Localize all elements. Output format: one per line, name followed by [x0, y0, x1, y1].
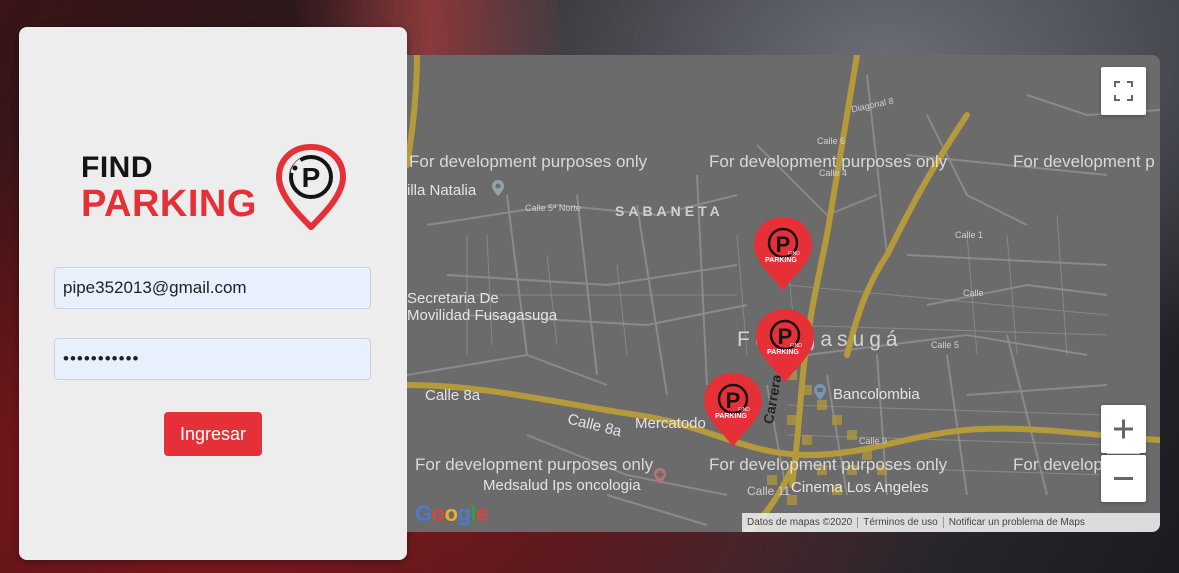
place-label: Mercatodo — [635, 415, 706, 432]
report-problem-link[interactable]: Notificar un problema de Maps — [944, 517, 1090, 528]
place-label: Medsalud Ips oncologia — [483, 477, 641, 494]
map-attribution-bar: Datos de mapas ©2020 Términos de uso Not… — [742, 513, 1160, 532]
terms-link[interactable]: Términos de uso — [858, 517, 944, 528]
dev-watermark: For development purposes only — [709, 455, 948, 474]
minus-icon — [1114, 477, 1133, 480]
street-label: Calle 1 — [955, 230, 984, 240]
dev-watermark: For development purposes only — [415, 455, 654, 474]
google-letter: g — [457, 501, 471, 526]
place-pin-icon — [492, 180, 504, 196]
logo-parking-text: PARKING — [81, 183, 257, 225]
email-field[interactable] — [54, 267, 371, 309]
street-label: Calle 6 — [817, 136, 846, 146]
place-label: Bancolombia — [833, 386, 920, 403]
google-letter: e — [476, 501, 488, 526]
street-label: Calle 11 — [747, 484, 791, 498]
login-card: FIND PARKING P Ingresar — [19, 27, 407, 560]
street-label: Calle 9 — [859, 436, 888, 446]
marker-parking-text: PARKING — [715, 413, 747, 420]
zoom-out-button[interactable] — [1101, 455, 1146, 502]
street-label: Calle 5 — [931, 340, 960, 350]
dev-watermark: For develop — [1013, 455, 1103, 474]
place-label: Movilidad Fusagasuga — [407, 307, 558, 324]
street-label: Calle 8a — [425, 387, 481, 404]
ingresar-button[interactable]: Ingresar — [164, 412, 262, 456]
dev-watermark: For development p — [1013, 152, 1155, 171]
marker-parking-text: PARKING — [767, 349, 799, 356]
google-letter: o — [431, 501, 445, 526]
zoom-in-button[interactable] — [1101, 405, 1146, 453]
logo-find-text: FIND — [81, 151, 153, 184]
password-field[interactable] — [54, 338, 371, 380]
google-logo: Google — [415, 501, 488, 527]
parking-marker[interactable]: P FIND PARKING — [702, 371, 764, 449]
dev-watermark: For development purposes only — [409, 152, 648, 171]
place-label: Secretaria De — [407, 290, 499, 307]
find-parking-logo: FIND PARKING P — [81, 139, 351, 239]
place-label: illa Natalia — [407, 182, 477, 199]
zoom-divider — [1107, 453, 1140, 454]
plus-icon — [1114, 419, 1133, 439]
google-letter: G — [415, 501, 432, 526]
parking-pin-icon: P — [275, 144, 347, 230]
logo-pin-letter: P — [302, 162, 321, 193]
street-label: Calle — [963, 288, 984, 298]
map-view[interactable]: For development purposes only For develo… — [407, 55, 1160, 532]
place-label: SABANETA — [615, 203, 724, 219]
map-data-credit: Datos de mapas ©2020 — [742, 517, 859, 528]
street-label: Calle 5ª Norte — [525, 203, 581, 213]
fullscreen-button[interactable] — [1101, 67, 1146, 115]
google-letter: o — [444, 501, 458, 526]
fullscreen-icon — [1114, 81, 1133, 101]
hospital-icon — [654, 468, 666, 484]
bank-icon — [814, 384, 826, 400]
place-label: Cinema Los Angeles — [791, 479, 929, 496]
parking-marker[interactable]: P FIND PARKING — [752, 215, 814, 293]
street-label: Calle 4 — [819, 168, 848, 178]
marker-parking-text: PARKING — [765, 257, 797, 264]
